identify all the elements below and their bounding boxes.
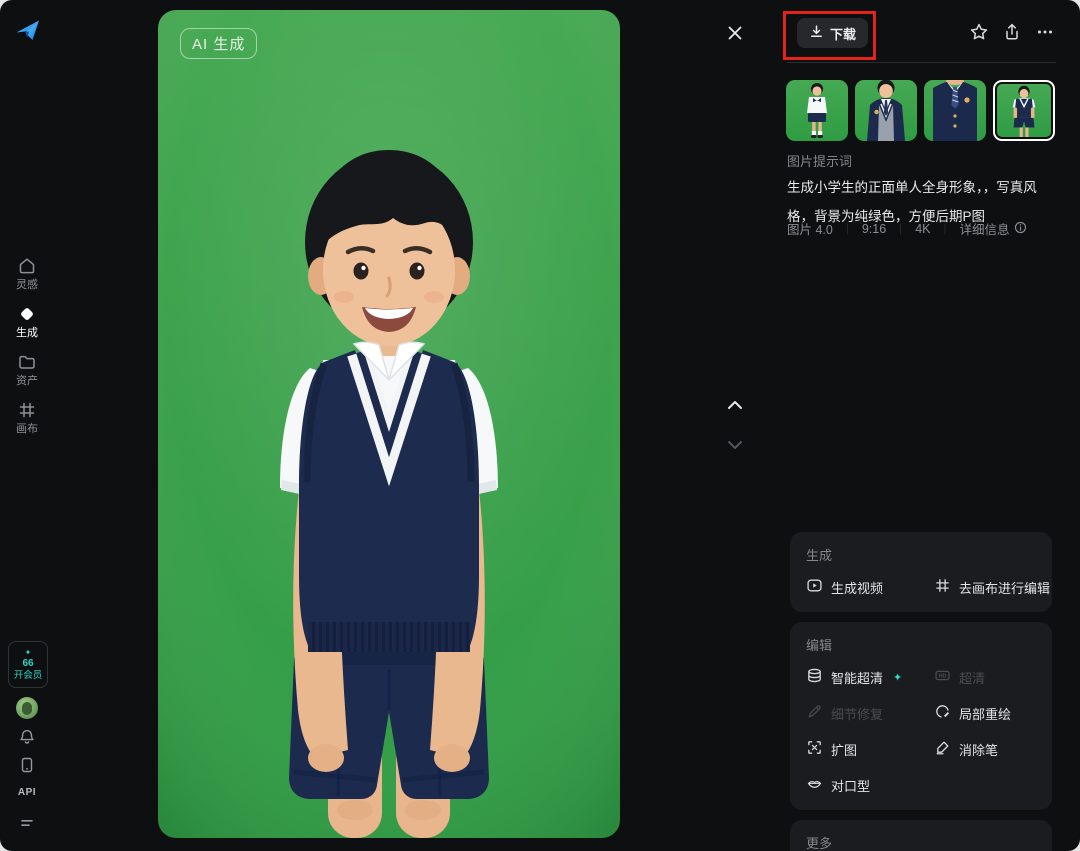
detail-fix-icon — [806, 703, 823, 723]
generate-video-button[interactable]: 生成视频 — [806, 577, 926, 597]
sidebar-item-label: 生成 — [16, 327, 38, 339]
smart-upscale-button[interactable]: 智能超清 ✦ — [806, 667, 926, 687]
card-title: 更多 — [806, 833, 1036, 851]
sidebar-item-label: 画布 — [16, 423, 38, 435]
sidebar-item-assets[interactable]: 资产 — [0, 352, 54, 387]
inpaint-button[interactable]: 局部重绘 — [934, 703, 1036, 723]
membership-box[interactable]: ✦ 66 开会员 — [8, 641, 48, 688]
chevron-down-icon[interactable] — [724, 434, 746, 456]
divider — [787, 62, 1056, 63]
inpaint-icon — [934, 703, 951, 723]
aspect-ratio: 9:16 — [862, 222, 886, 236]
more-options-icon[interactable] — [1035, 22, 1055, 42]
resolution: 4K — [915, 222, 930, 236]
smart-upscale-icon — [806, 667, 823, 687]
sidebar-item-canvas[interactable]: 画布 — [0, 400, 54, 435]
menu-icon[interactable] — [18, 814, 36, 832]
outpaint-button[interactable]: 扩图 — [806, 739, 926, 759]
home-icon — [17, 256, 37, 276]
detail-fix-button[interactable]: 细节修复 — [806, 703, 926, 723]
membership-label: 开会员 — [14, 670, 43, 681]
more-card: 更多 重新编辑 再次生成 — [790, 820, 1052, 851]
sidebar-item-inspiration[interactable]: 灵感 — [0, 256, 54, 291]
eraser-pen-icon — [934, 739, 951, 759]
outpaint-icon — [806, 739, 823, 759]
action-cards: 生成 生成视频 去画布进行编辑 — [790, 532, 1052, 851]
app-logo-icon[interactable] — [14, 16, 42, 44]
boy-illustration — [158, 10, 620, 838]
generate-icon — [17, 304, 37, 324]
canvas-icon — [17, 400, 37, 420]
prompt-label: 图片提示词 — [787, 151, 852, 170]
details-info-link[interactable]: 详细信息 — [960, 219, 1027, 238]
close-icon[interactable] — [725, 23, 745, 43]
sidebar-item-generate[interactable]: 生成 — [0, 304, 54, 339]
share-icon[interactable] — [1002, 22, 1022, 42]
lipsync-icon — [806, 775, 823, 795]
mobile-app-icon[interactable] — [18, 756, 36, 774]
sparkle-icon: ✦ — [893, 671, 902, 684]
sparkle-icon: ✦ — [25, 649, 32, 657]
lipsync-button[interactable]: 对口型 — [806, 775, 926, 795]
canvas-edit-icon — [934, 577, 951, 597]
credits-count: 66 — [22, 658, 33, 669]
edit-card: 编辑 智能超清 ✦ HD 超清 — [790, 622, 1052, 810]
favorite-star-icon[interactable] — [969, 22, 989, 42]
svg-text:HD: HD — [939, 674, 947, 680]
hd-icon: HD — [934, 667, 951, 687]
annotation-highlight-box — [783, 11, 876, 60]
api-link[interactable]: API — [0, 787, 54, 798]
thumbnail-4-selected[interactable] — [993, 80, 1055, 141]
generated-image[interactable]: AI 生成 — [158, 10, 620, 838]
sidebar: 灵感 生成 资产 画布 ✦ 66 — [0, 0, 54, 851]
sidebar-nav: 灵感 生成 资产 画布 — [0, 256, 54, 435]
thumbnail-2[interactable] — [855, 80, 917, 141]
video-icon — [806, 577, 823, 597]
eraser-pen-button[interactable]: 消除笔 — [934, 739, 1036, 759]
app-window: 灵感 生成 资产 画布 ✦ 66 — [0, 0, 1080, 851]
notifications-bell-icon[interactable] — [18, 728, 36, 746]
sidebar-item-label: 资产 — [16, 375, 38, 387]
card-title: 编辑 — [806, 635, 1036, 654]
meta-row: 图片 4.0 ｜ 9:16 ｜ 4K ｜ 详细信息 — [787, 219, 1027, 238]
hd-upscale-button[interactable]: HD 超清 — [934, 667, 1036, 687]
thumbnail-3[interactable] — [924, 80, 986, 141]
model-version: 图片 4.0 — [787, 219, 833, 238]
generate-card: 生成 生成视频 去画布进行编辑 — [790, 532, 1052, 612]
info-icon — [1014, 221, 1027, 237]
thumbnail-1[interactable] — [786, 80, 848, 141]
thumbnail-strip — [786, 80, 1056, 141]
edit-on-canvas-button[interactable]: 去画布进行编辑 — [934, 577, 1050, 597]
card-title: 生成 — [806, 545, 1036, 564]
user-avatar[interactable] — [16, 697, 38, 719]
chevron-up-icon[interactable] — [724, 394, 746, 416]
toolbar-icons — [969, 22, 1055, 42]
ai-generated-badge: AI 生成 — [180, 28, 257, 59]
sidebar-item-label: 灵感 — [16, 279, 38, 291]
detail-panel: 下载 — [786, 0, 1056, 851]
assets-icon — [17, 352, 37, 372]
